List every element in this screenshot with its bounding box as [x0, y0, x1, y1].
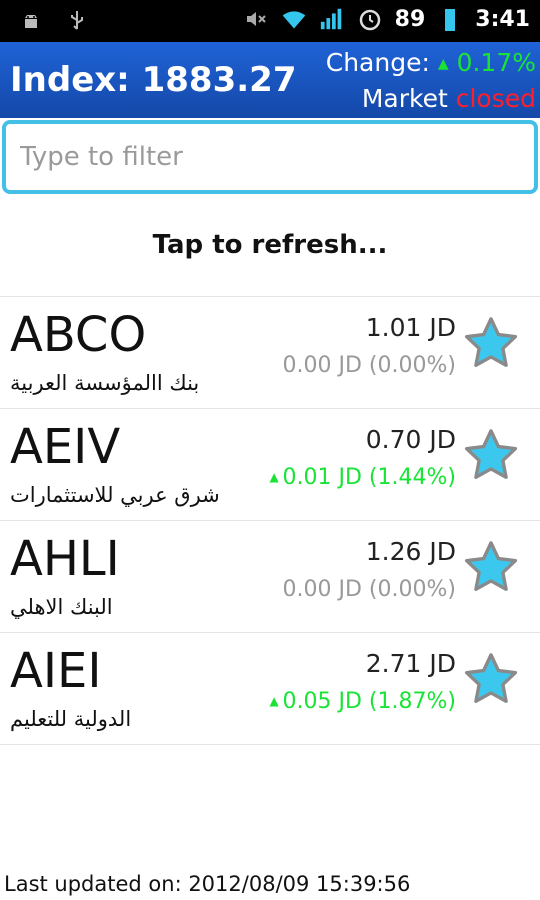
up-arrow-icon: ▲: [269, 694, 283, 708]
stock-symbol: AIEI: [10, 643, 102, 699]
favorite-star-icon[interactable]: [462, 315, 520, 373]
stock-name: شرق عربي للاستثمارات: [10, 483, 220, 507]
stock-price: 1.26 JD: [365, 537, 456, 566]
stock-change: ▲ 0.05 JD (1.87%): [269, 689, 456, 714]
battery-level: 89: [394, 6, 426, 32]
favorite-star-icon[interactable]: [462, 427, 520, 485]
up-arrow-icon: ▲: [437, 56, 449, 72]
status-bar: 89 3:41: [0, 0, 540, 42]
usb-icon: [64, 8, 90, 34]
stock-change: 0.00 JD (0.00%): [282, 577, 456, 602]
stock-price: 1.01 JD: [365, 313, 456, 342]
stock-change: 0.00 JD (0.00%): [282, 353, 456, 378]
favorite-star-icon[interactable]: [462, 651, 520, 709]
stock-symbol: AEIV: [10, 419, 121, 475]
stock-price: 2.71 JD: [365, 649, 456, 678]
change-value: 0.17%: [456, 48, 536, 77]
index-header: Index: 1883.27 Change: ▲ 0.17% Market cl…: [0, 42, 540, 118]
stock-name: البنك الاهلي: [10, 595, 113, 619]
battery-icon: [437, 6, 463, 32]
alarm-icon: [357, 6, 383, 32]
stock-name: بنك االمؤسسة العربية: [10, 371, 200, 395]
index-change: Change: ▲ 0.17%: [326, 48, 536, 77]
up-arrow-icon: ▲: [269, 470, 283, 484]
stock-list: ABCO بنك االمؤسسة العربية 1.01 JD 0.00 J…: [0, 296, 540, 745]
filter-input[interactable]: [2, 120, 538, 194]
last-updated: Last updated on: 2012/08/09 15:39:56: [4, 872, 411, 896]
market-label: Market: [361, 84, 448, 113]
signal-icon: [319, 6, 345, 32]
refresh-button[interactable]: Tap to refresh...: [0, 230, 540, 260]
stock-row[interactable]: AHLI البنك الاهلي 1.26 JD 0.00 JD (0.00%…: [0, 520, 540, 632]
stock-symbol: ABCO: [10, 307, 147, 363]
stock-name: الدولية للتعليم: [10, 707, 132, 731]
stock-row[interactable]: ABCO بنك االمؤسسة العربية 1.01 JD 0.00 J…: [0, 296, 540, 408]
filter-box: [2, 120, 538, 194]
market-status-value: closed: [455, 84, 536, 113]
stock-symbol: AHLI: [10, 531, 120, 587]
wifi-icon: [281, 6, 307, 32]
market-status: Market closed: [362, 84, 536, 113]
clock: 3:41: [475, 6, 530, 32]
stock-row[interactable]: AIEI الدولية للتعليم 2.71 JD ▲ 0.05 JD (…: [0, 632, 540, 745]
stock-change: ▲ 0.01 JD (1.44%): [269, 465, 456, 490]
change-label: Change:: [325, 48, 430, 77]
stock-row[interactable]: AEIV شرق عربي للاستثمارات 0.70 JD ▲ 0.01…: [0, 408, 540, 520]
mute-icon: [243, 6, 269, 32]
index-value: Index: 1883.27: [10, 60, 297, 100]
android-debug-icon: [18, 8, 44, 34]
favorite-star-icon[interactable]: [462, 539, 520, 597]
stock-price: 0.70 JD: [365, 425, 456, 454]
